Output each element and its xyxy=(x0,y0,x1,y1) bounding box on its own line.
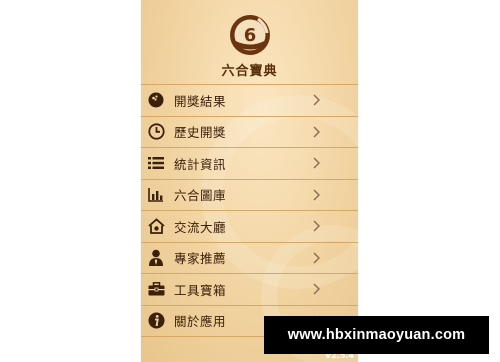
menu-item-draw-results[interactable]: 開獎結果 xyxy=(141,84,358,116)
chevron-right-icon xyxy=(313,125,320,138)
website-watermark-banner: www.hbxinmaoyuan.com xyxy=(264,316,489,354)
logo-digit: 6 xyxy=(244,25,257,46)
menu-item-label: 交流大廳 xyxy=(174,219,227,235)
app-header: 6 六合寶典 xyxy=(141,0,358,86)
home-chat-icon xyxy=(146,216,166,236)
menu-item-history[interactable]: 歷史開獎 xyxy=(141,115,358,148)
user-tie-icon xyxy=(146,248,166,268)
menu-item-expert[interactable]: 專家推薦 xyxy=(141,241,358,274)
chevron-right-icon xyxy=(313,283,320,295)
ball-icon xyxy=(146,90,166,110)
info-icon xyxy=(146,311,166,331)
menu-item-gallery[interactable]: 六合圖庫 xyxy=(141,178,358,211)
menu-item-label: 工具寶箱 xyxy=(174,282,227,298)
chevron-right-icon xyxy=(313,251,320,264)
main-menu: 開獎結果 歷史開獎 統計資訊 六合圖庫 交流大廳 專家推薦 工具寶箱 關於應用 xyxy=(141,84,358,337)
menu-item-statistics[interactable]: 統計資訊 xyxy=(141,147,358,179)
clock-icon xyxy=(146,122,166,142)
menu-item-label: 關於應用 xyxy=(174,314,227,330)
chevron-right-icon xyxy=(313,220,320,232)
menu-item-toolbox[interactable]: 工具寶箱 xyxy=(141,273,358,305)
chevron-right-icon xyxy=(313,188,320,201)
chevron-right-icon xyxy=(313,157,320,169)
menu-item-label: 開獎結果 xyxy=(174,93,227,109)
chevron-right-icon xyxy=(313,94,320,106)
menu-item-label: 六合圖庫 xyxy=(174,188,227,204)
ball-6-logo-icon: 6 xyxy=(230,15,270,55)
menu-item-label: 統計資訊 xyxy=(174,156,227,172)
menu-item-label: 歷史開獎 xyxy=(174,125,227,141)
bar-chart-icon xyxy=(146,185,166,205)
menu-item-lobby[interactable]: 交流大廳 xyxy=(141,210,358,242)
app-title: 六合寶典 xyxy=(221,64,278,79)
list-icon xyxy=(146,153,166,173)
app-screen: 6 六合寶典 開獎結果 歷史開獎 統計資訊 六合圖庫 交流大廳 專家推薦 工具寶… xyxy=(141,0,358,362)
menu-item-label: 專家推薦 xyxy=(174,251,227,267)
toolbox-icon xyxy=(146,279,166,299)
